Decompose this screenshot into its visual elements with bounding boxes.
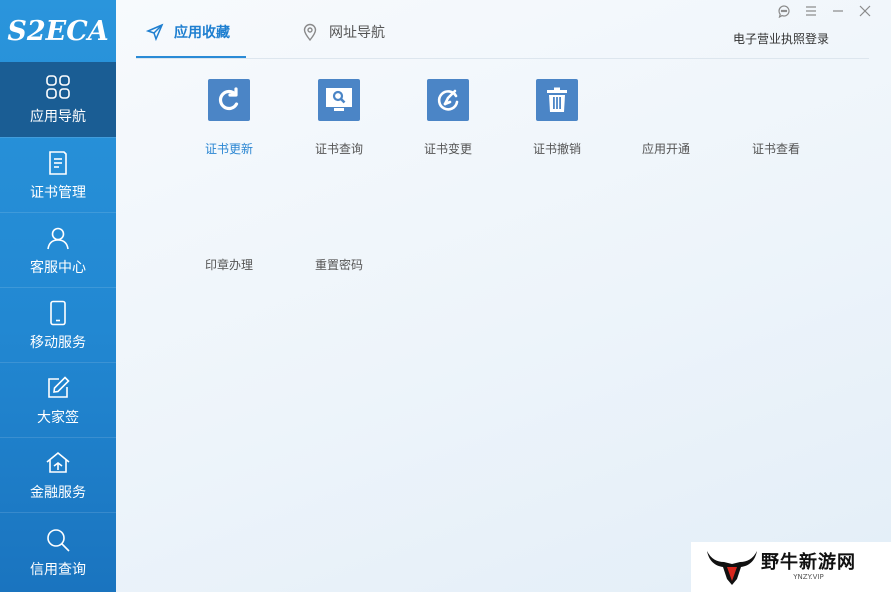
sidebar-item-label: 移动服务	[30, 334, 86, 351]
watermark-subtitle: YNZY.VIP	[793, 572, 824, 581]
app-cert-view[interactable]: 证书查看	[726, 140, 826, 157]
watermark-badge: 野牛新游网 YNZY.VIP	[691, 542, 891, 592]
minimize-icon[interactable]	[829, 2, 847, 20]
menu-icon[interactable]	[802, 2, 820, 20]
main-panel: 应用收藏 网址导航 电子营业执照登录 证书更新 证书查询 证书变更 证书撤销 应…	[116, 0, 891, 592]
sidebar-item-label: 证书管理	[30, 184, 86, 201]
refresh-icon	[208, 79, 250, 121]
app-label: 证书查询	[314, 142, 363, 156]
sidebar-item-financial-service[interactable]: 金融服务	[0, 437, 116, 512]
grid-icon	[44, 73, 72, 101]
sidebar-item-cert-management[interactable]: 证书管理	[0, 137, 116, 212]
app-seal-processing[interactable]: 印章办理	[179, 256, 279, 273]
app-cert-change[interactable]: 证书变更	[398, 79, 498, 157]
tab-url-navigation[interactable]: 网址导航	[301, 22, 385, 58]
app-label: 证书查看	[751, 142, 800, 156]
app-label: 证书变更	[423, 142, 472, 156]
sidebar-item-label: 客服中心	[30, 259, 86, 276]
app-cert-query[interactable]: 证书查询	[289, 79, 389, 157]
sidebar-item-customer-service[interactable]: 客服中心	[0, 212, 116, 287]
sidebar-item-app-navigation[interactable]: 应用导航	[0, 62, 116, 137]
change-icon	[427, 79, 469, 121]
search-icon	[44, 526, 72, 554]
help-icon[interactable]	[775, 2, 793, 20]
watermark-title: 野牛新游网	[761, 551, 856, 573]
tab-label: 网址导航	[329, 25, 385, 41]
edit-icon	[44, 374, 72, 402]
sidebar-item-credit-query[interactable]: 信用查询	[0, 512, 116, 592]
app-cert-renew[interactable]: 证书更新	[179, 79, 279, 157]
close-icon[interactable]	[856, 2, 874, 20]
business-license-login-link[interactable]: 电子营业执照登录	[733, 30, 829, 47]
sidebar-item-label: 信用查询	[30, 562, 86, 578]
tabs-divider	[136, 58, 869, 59]
app-label: 应用开通	[641, 142, 690, 156]
app-logo: S2ECA	[7, 15, 109, 47]
bank-icon	[44, 449, 72, 477]
bull-logo-icon	[707, 551, 757, 585]
document-icon	[44, 149, 72, 177]
sidebar-item-label: 应用导航	[30, 109, 86, 125]
app-cert-revoke[interactable]: 证书撤销	[507, 79, 607, 157]
monitor-search-icon	[318, 79, 360, 121]
app-label: 证书更新	[204, 142, 253, 156]
app-reset-password[interactable]: 重置密码	[289, 256, 389, 273]
sidebar-item-label: 大家签	[37, 409, 79, 426]
app-label: 重置密码	[314, 258, 363, 272]
sidebar-item-label: 金融服务	[30, 484, 86, 501]
app-label: 印章办理	[204, 258, 253, 272]
sidebar: S2ECA 应用导航 证书管理 客服中心 移动服务 大家签 金融服务 信用查询	[0, 0, 116, 592]
sidebar-item-mobile-service[interactable]: 移动服务	[0, 287, 116, 362]
sidebar-item-dajiaqian[interactable]: 大家签	[0, 362, 116, 437]
location-pin-icon	[301, 23, 319, 42]
send-icon	[145, 23, 164, 42]
tab-app-favorites[interactable]: 应用收藏	[145, 22, 230, 58]
app-label: 证书撤销	[532, 142, 581, 156]
tab-label: 应用收藏	[174, 25, 230, 41]
app-activate[interactable]: 应用开通	[616, 140, 716, 157]
trash-icon	[536, 79, 578, 121]
person-icon	[44, 224, 72, 252]
phone-icon	[44, 299, 72, 327]
